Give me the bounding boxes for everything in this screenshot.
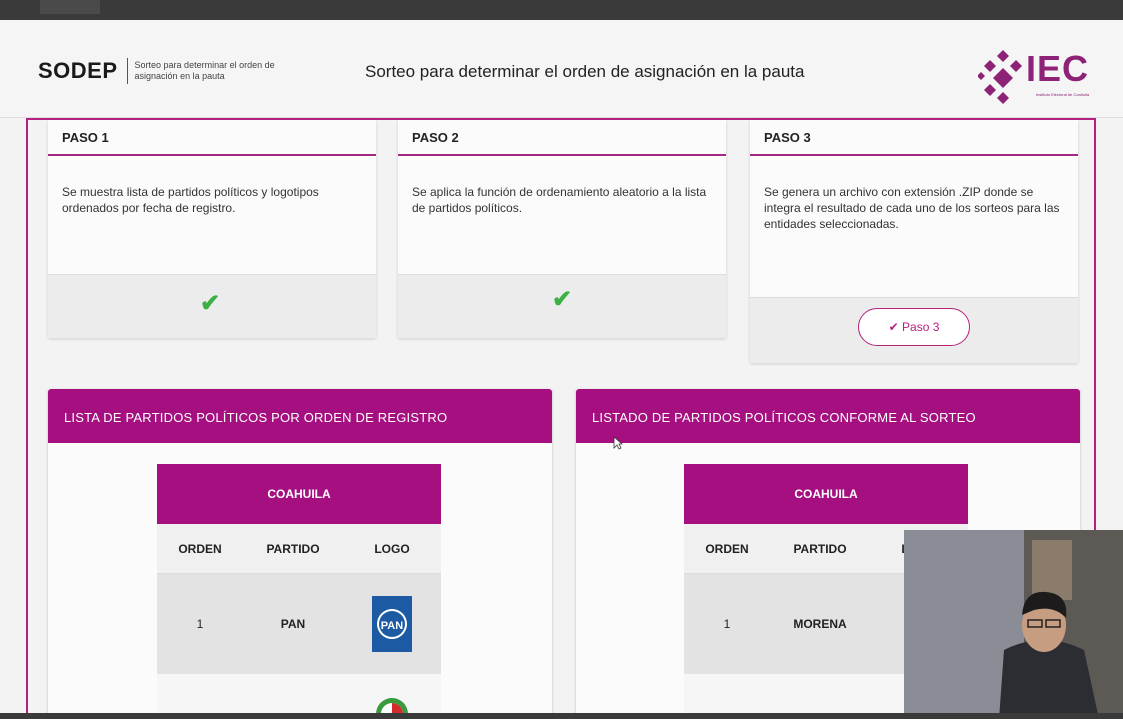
pan-logo-text: PAN [381, 620, 403, 632]
step-title: PASO 1 [48, 120, 376, 156]
party-table: COAHUILA ORDEN PARTIDO LOGO 1 PAN PAN [157, 464, 441, 719]
brand: SODEP Sorteo para determinar el orden de… [38, 58, 285, 84]
page-title: Sorteo para determinar el orden de asign… [365, 62, 805, 81]
brand-divider [126, 58, 128, 84]
webcam-person-image [904, 530, 1123, 719]
step-card-1: PASO 1 Se muestra lista de partidos polí… [48, 120, 376, 338]
step-title: PASO 2 [398, 120, 726, 156]
webcam-video-overlay [904, 530, 1123, 719]
cell-partido: MORENA [793, 617, 847, 631]
step-card-3: PASO 3 Se genera un archivo con extensió… [750, 120, 1078, 363]
step-title: PASO 3 [750, 120, 1078, 156]
panel-orden-registro: LISTA DE PARTIDOS POLÍTICOS POR ORDEN DE… [48, 389, 552, 719]
table-row: 1 PAN PAN [157, 574, 441, 674]
column-header-orden: ORDEN [705, 541, 749, 556]
mouse-cursor-icon [613, 436, 623, 450]
checkmark-icon: ✔ [200, 290, 221, 317]
table-title: COAHUILA [157, 464, 441, 524]
iec-emblem-icon [978, 50, 1022, 104]
step-description: Se genera un archivo con extensión .ZIP … [764, 185, 1060, 231]
frame-left-border [26, 118, 28, 719]
cell-logo: PAN [343, 574, 441, 674]
iec-logo: IEC Instituto Electoral de Coahuila [978, 46, 1098, 106]
pan-logo-icon: PAN [372, 596, 412, 652]
cell-orden: 1 [196, 617, 204, 631]
brand-tagline: Sorteo para determinar el orden de asign… [134, 60, 275, 81]
cell-orden: 1 [723, 617, 731, 631]
step-description: Se aplica la función de ordenamiento ale… [412, 185, 707, 215]
checkmark-icon: ✔ [552, 286, 573, 313]
step-footer: ✔ [398, 274, 726, 338]
step-footer: ✔ Paso 3 [750, 297, 1078, 363]
logo-subtext: Instituto Electoral de Coahuila [1036, 92, 1090, 97]
table-title: COAHUILA [684, 464, 968, 524]
cell-partido: PAN [280, 617, 306, 631]
panel-title: LISTADO DE PARTIDOS POLÍTICOS CONFORME A… [576, 389, 1080, 443]
column-header-logo: LOGO [374, 541, 410, 556]
app-header: SODEP Sorteo para determinar el orden de… [0, 20, 1123, 118]
panel-title: LISTA DE PARTIDOS POLÍTICOS POR ORDEN DE… [48, 389, 552, 443]
paso-3-button[interactable]: ✔ Paso 3 [858, 308, 970, 346]
step-description: Se muestra lista de partidos políticos y… [62, 185, 319, 215]
step-footer: ✔ [48, 274, 376, 338]
logo-text: IEC [1026, 48, 1090, 89]
browser-tab[interactable] [40, 0, 100, 14]
browser-top-bar [0, 0, 1123, 20]
column-header-orden: ORDEN [178, 541, 222, 556]
table-header-row: ORDEN PARTIDO LOGO [157, 524, 441, 574]
column-header-partido: PARTIDO [793, 541, 847, 556]
brand-name: SODEP [38, 58, 118, 83]
video-bottom-bar [0, 713, 1123, 719]
column-header-partido: PARTIDO [266, 541, 320, 556]
step-card-2: PASO 2 Se aplica la función de ordenamie… [398, 120, 726, 338]
